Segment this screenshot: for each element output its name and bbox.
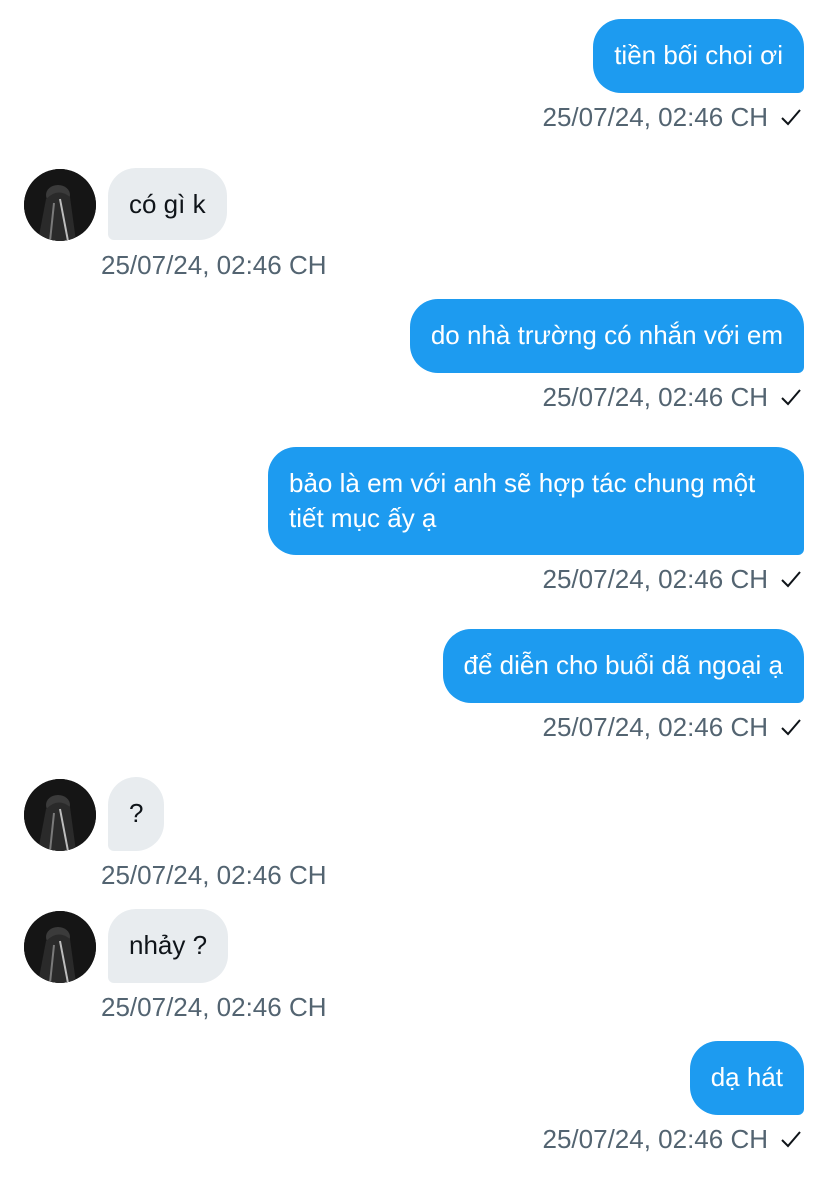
avatar[interactable] — [24, 779, 96, 851]
outgoing-message-bubble[interactable]: do nhà trường có nhắn với em — [409, 299, 804, 373]
avatar-image — [24, 779, 96, 851]
checkmark-icon — [781, 719, 801, 736]
message-timestamp: 25/07/24, 02:46 CH — [101, 860, 327, 890]
outgoing-message-bubble[interactable]: dạ hát — [689, 1041, 804, 1115]
checkmark-icon — [781, 109, 801, 126]
message-text: do nhà trường có nhắn với em — [430, 320, 783, 350]
outgoing-message-bubble[interactable]: để diễn cho buổi dã ngoại ạ — [442, 629, 804, 703]
message-text: có gì k — [129, 189, 206, 219]
message-timestamp: 25/07/24, 02:46 CH — [542, 564, 769, 594]
message-timestamp: 25/07/24, 02:46 CH — [542, 102, 769, 132]
message-text: tiền bối choi ơi — [614, 40, 783, 70]
checkmark-icon — [781, 571, 801, 588]
avatar-image — [24, 911, 96, 983]
message-timestamp: 25/07/24, 02:46 CH — [542, 712, 769, 742]
avatar[interactable] — [24, 169, 96, 241]
message-text: nhảy ? — [129, 930, 208, 960]
message-meta: 25/07/24, 02:46 CH — [543, 712, 803, 742]
message-meta: 25/07/24, 02:46 CH — [543, 102, 803, 132]
checkmark-icon — [781, 389, 801, 406]
message-text: ? — [129, 798, 144, 828]
message-text: để diễn cho buổi dã ngoại ạ — [463, 650, 784, 680]
message-timestamp: 25/07/24, 02:46 CH — [101, 250, 327, 280]
incoming-message-bubble[interactable]: ? — [108, 777, 165, 851]
message-meta: 25/07/24, 02:46 CH — [543, 564, 803, 594]
message-timestamp: 25/07/24, 02:46 CH — [542, 382, 769, 412]
avatar-image — [24, 169, 96, 241]
checkmark-icon — [781, 1131, 801, 1148]
message-text: bảo là em với anh sẽ hợp tác chung một t… — [289, 468, 756, 533]
message-text: dạ hát — [710, 1062, 783, 1092]
outgoing-message-bubble[interactable]: tiền bối choi ơi — [593, 19, 804, 93]
outgoing-message-bubble[interactable]: bảo là em với anh sẽ hợp tác chung một t… — [268, 447, 804, 555]
message-timestamp: 25/07/24, 02:46 CH — [542, 1124, 769, 1154]
incoming-message-bubble[interactable]: có gì k — [108, 168, 227, 240]
message-meta: 25/07/24, 02:46 CH — [543, 1124, 803, 1154]
message-timestamp: 25/07/24, 02:46 CH — [101, 992, 327, 1022]
message-meta: 25/07/24, 02:46 CH — [543, 382, 803, 412]
avatar[interactable] — [24, 911, 96, 983]
incoming-message-bubble[interactable]: nhảy ? — [108, 909, 229, 983]
